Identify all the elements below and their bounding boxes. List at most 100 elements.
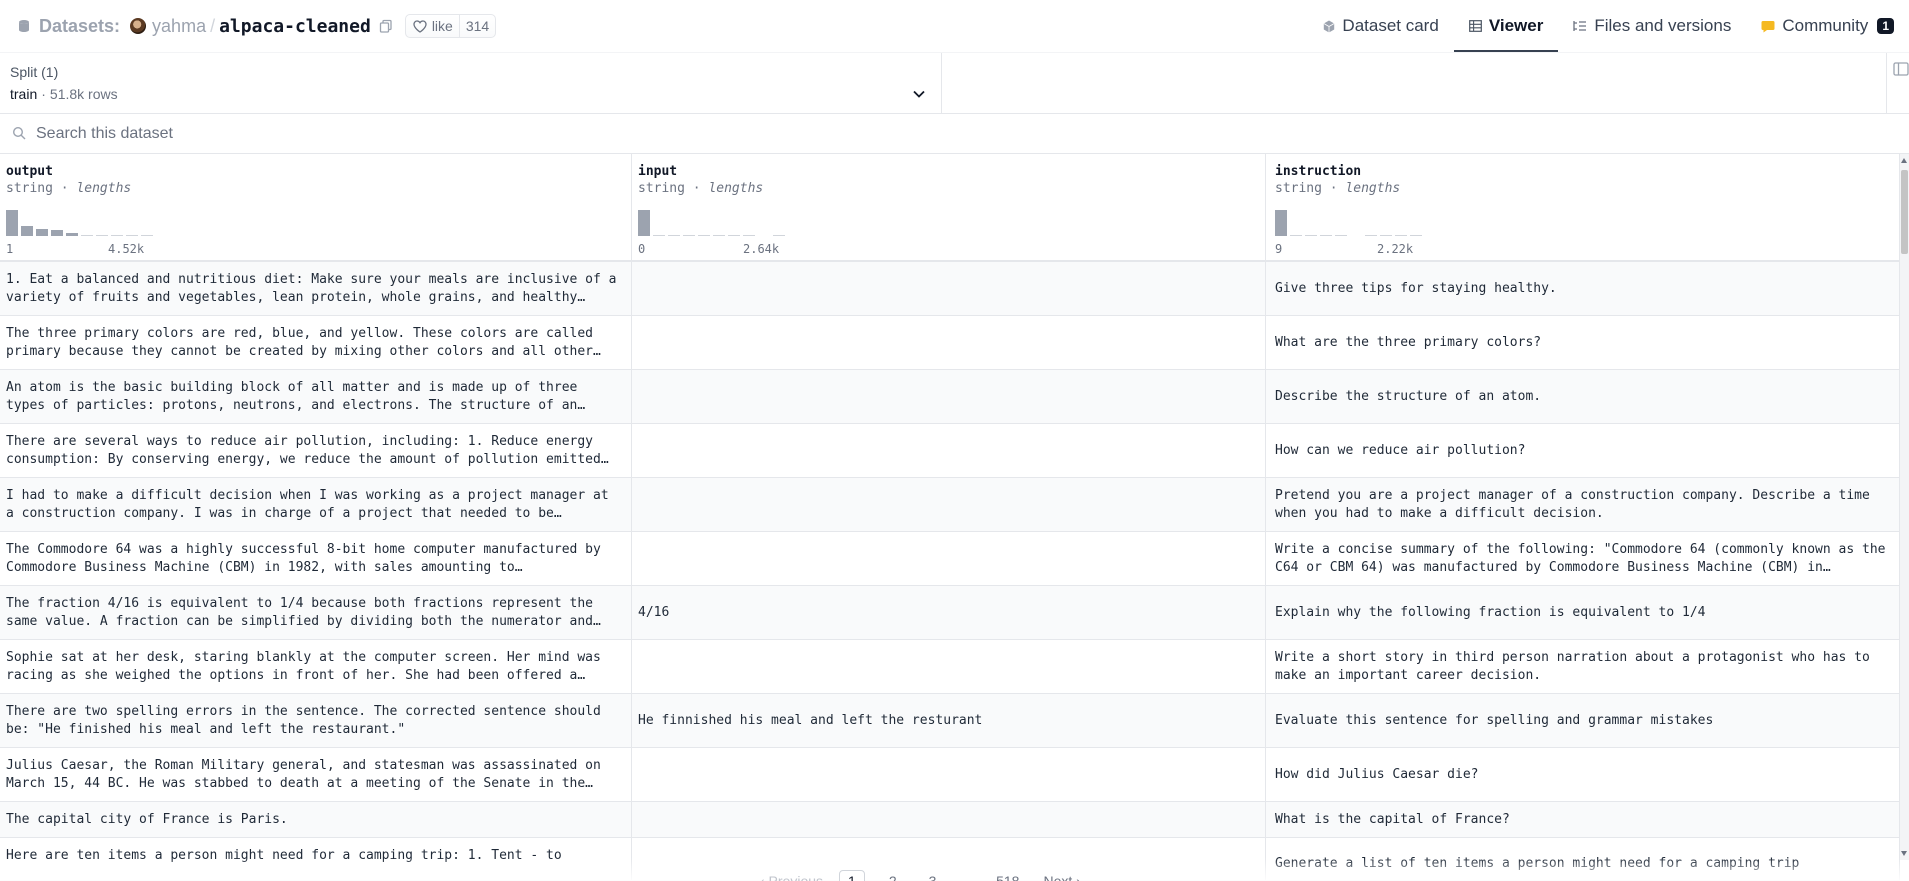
tab-viewer[interactable]: Viewer — [1453, 0, 1559, 52]
length-histogram[interactable] — [638, 210, 785, 236]
cell-instruction[interactable]: What are the three primary colors? — [1266, 316, 1900, 369]
datasets-link[interactable]: Datasets: — [39, 16, 120, 37]
community-badge: 1 — [1877, 18, 1894, 34]
column-header-output[interactable]: output string · lengths 1 4.52k — [0, 154, 632, 260]
cell-instruction[interactable]: Give three tips for staying healthy. — [1266, 262, 1900, 315]
column-header-input[interactable]: input string · lengths 0 2.64k — [632, 154, 1266, 260]
cell-input[interactable]: He finnished his meal and left the restu… — [632, 694, 1266, 747]
previous-page-button[interactable]: ‹ Previous — [760, 873, 823, 881]
length-histogram[interactable] — [6, 210, 153, 236]
pagination: ‹ Previous 1 2 3 ... 518 Next › — [760, 866, 1081, 881]
cell-instruction[interactable]: How can we reduce air pollution? — [1266, 424, 1900, 477]
cell-instruction[interactable]: What is the capital of France? — [1266, 802, 1900, 837]
page-button[interactable]: 2 — [881, 871, 905, 881]
breadcrumb: Datasets: yahma / alpaca-cleaned like 31… — [18, 13, 497, 39]
table-row[interactable]: There are two spelling errors in the sen… — [0, 694, 1900, 748]
histogram-min: 1 — [6, 242, 14, 256]
scroll-up-icon[interactable] — [1901, 158, 1907, 163]
cell-output[interactable]: The Commodore 64 was a highly successful… — [0, 532, 632, 585]
cell-output[interactable]: There are several ways to reduce air pol… — [0, 424, 632, 477]
split-dropdown[interactable]: Split (1) train · 51.8k rows — [0, 53, 942, 114]
cell-output[interactable]: Julius Caesar, the Roman Military genera… — [0, 748, 632, 801]
tab-files-and-versions[interactable]: Files and versions — [1558, 0, 1746, 52]
table-row[interactable]: Julius Caesar, the Roman Military genera… — [0, 748, 1900, 802]
cell-instruction[interactable]: Evaluate this sentence for spelling and … — [1266, 694, 1900, 747]
table-row[interactable]: The capital city of France is Paris. Wha… — [0, 802, 1900, 838]
cell-instruction[interactable]: Pretend you are a project manager of a c… — [1266, 478, 1900, 531]
search-input[interactable] — [36, 120, 936, 148]
split-row-count: 51.8k rows — [49, 86, 118, 102]
cell-output[interactable]: Here are ten items a person might need f… — [0, 838, 632, 880]
page-button[interactable]: 3 — [921, 871, 945, 881]
cell-input[interactable] — [632, 424, 1266, 477]
cell-instruction[interactable]: Explain why the following fraction is eq… — [1266, 586, 1900, 639]
top-header: Datasets: yahma / alpaca-cleaned like 31… — [0, 0, 1909, 52]
cell-output[interactable]: An atom is the basic building block of a… — [0, 370, 632, 423]
heart-icon — [413, 19, 427, 33]
table-row[interactable]: The fraction 4/16 is equivalent to 1/4 b… — [0, 586, 1900, 640]
like-label: like — [431, 18, 453, 34]
cell-instruction[interactable]: Write a short story in third person narr… — [1266, 640, 1900, 693]
table-row[interactable]: An atom is the basic building block of a… — [0, 370, 1900, 424]
cell-instruction[interactable]: Generate a list of ten items a person mi… — [1266, 838, 1900, 880]
cell-input[interactable] — [632, 262, 1266, 315]
split-label: Split (1) — [10, 64, 59, 80]
table-row[interactable]: 1. Eat a balanced and nutritious diet: M… — [0, 262, 1900, 316]
chevron-down-icon[interactable] — [911, 86, 927, 102]
table-row[interactable]: There are several ways to reduce air pol… — [0, 424, 1900, 478]
cell-instruction[interactable]: Write a concise summary of the following… — [1266, 532, 1900, 585]
histogram-max: 2.64k — [743, 242, 780, 256]
tab-dataset-card[interactable]: Dataset card — [1308, 0, 1453, 52]
scroll-down-icon[interactable] — [1901, 851, 1907, 856]
cell-input[interactable] — [632, 478, 1266, 531]
cell-input[interactable] — [632, 316, 1266, 369]
histogram-min: 9 — [1275, 242, 1283, 256]
cell-output[interactable]: Sophie sat at her desk, staring blankly … — [0, 640, 632, 693]
copy-icon[interactable] — [379, 19, 393, 33]
page-button[interactable]: 518 — [988, 871, 1027, 881]
histogram-min: 0 — [638, 242, 646, 256]
cell-input[interactable] — [632, 370, 1266, 423]
cell-instruction[interactable]: How did Julius Caesar die? — [1266, 748, 1900, 801]
like-count[interactable]: 314 — [458, 15, 495, 37]
column-header-instruction[interactable]: instruction string · lengths 9 2.22k — [1266, 154, 1900, 260]
cell-input[interactable] — [632, 640, 1266, 693]
table-row[interactable]: The three primary colors are red, blue, … — [0, 316, 1900, 370]
side-panel-toggle-icon[interactable] — [1893, 61, 1909, 77]
cell-output[interactable]: 1. Eat a balanced and nutritious diet: M… — [0, 262, 632, 315]
cell-output[interactable]: There are two spelling errors in the sen… — [0, 694, 632, 747]
pagination-ellipsis: ... — [960, 873, 973, 881]
cell-output[interactable]: I had to make a difficult decision when … — [0, 478, 632, 531]
table-row[interactable]: The Commodore 64 was a highly successful… — [0, 532, 1900, 586]
scrollbar-thumb[interactable] — [1901, 170, 1908, 254]
cell-input[interactable] — [632, 532, 1266, 585]
table-icon — [1468, 20, 1482, 32]
breadcrumb-separator: / — [210, 15, 216, 36]
table-row[interactable]: I had to make a difficult decision when … — [0, 478, 1900, 532]
dataset-table: output string · lengths 1 4.52k input st… — [0, 154, 1900, 881]
histogram-max: 2.22k — [1377, 242, 1414, 256]
owner-link[interactable]: yahma — [152, 16, 206, 37]
table-scrollbar[interactable] — [1900, 154, 1909, 860]
column-type: string · lengths — [1275, 181, 1401, 196]
cell-input[interactable] — [632, 802, 1266, 837]
length-histogram[interactable] — [1275, 210, 1422, 236]
cell-output[interactable]: The capital city of France is Paris. — [0, 802, 632, 837]
cell-input[interactable] — [632, 748, 1266, 801]
tab-community[interactable]: Community 1 — [1746, 0, 1909, 52]
table-header: output string · lengths 1 4.52k input st… — [0, 154, 1900, 262]
cell-output[interactable]: The three primary colors are red, blue, … — [0, 316, 632, 369]
files-icon — [1573, 21, 1587, 31]
dataset-card-icon — [1324, 20, 1335, 32]
column-type: string · lengths — [6, 181, 132, 196]
next-page-button[interactable]: Next › — [1043, 873, 1080, 881]
cell-output[interactable]: The fraction 4/16 is equivalent to 1/4 b… — [0, 586, 632, 639]
cell-instruction[interactable]: Describe the structure of an atom. — [1266, 370, 1900, 423]
column-name: output — [6, 164, 53, 179]
repo-name[interactable]: alpaca-cleaned — [219, 16, 371, 37]
table-row[interactable]: Sophie sat at her desk, staring blankly … — [0, 640, 1900, 694]
page-button[interactable]: 1 — [839, 870, 865, 881]
like-button[interactable]: like 314 — [404, 14, 497, 38]
cell-input[interactable]: 4/16 — [632, 586, 1266, 639]
histogram-max: 4.52k — [108, 242, 145, 256]
